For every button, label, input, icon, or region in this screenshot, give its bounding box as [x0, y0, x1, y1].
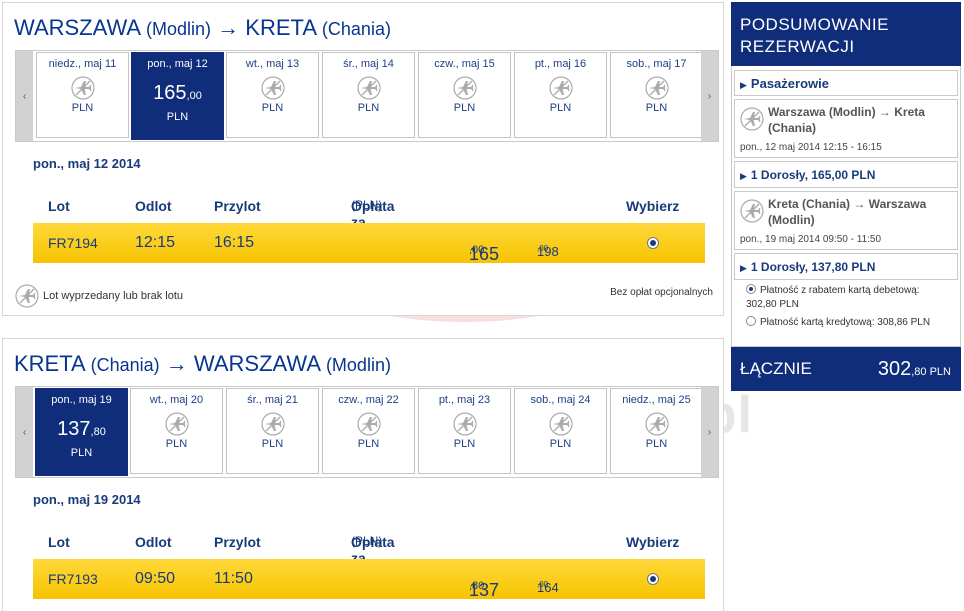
- date-option: czw., maj 15 PLN: [418, 52, 511, 138]
- route2-price-toggle[interactable]: ▶ 1 Dorosły, 137,80 PLN: [734, 253, 958, 280]
- payment-credit-radio[interactable]: [746, 316, 756, 326]
- selected-date-heading: pon., maj 19 2014: [33, 492, 141, 507]
- flight-number: FR7193: [48, 571, 98, 587]
- flight-row[interactable]: FR7193 09:50 11:50 137,80 164,00: [33, 559, 705, 600]
- col-arrival: Przylot: [214, 534, 261, 550]
- summary-route-outbound: Warszawa (Modlin) → Kreta (Chania) pon.,…: [734, 99, 958, 158]
- outbound-route-title: WARSZAWA (Modlin) → KRETA (Chania): [14, 15, 391, 40]
- date-option: pt., maj 23 PLN: [418, 388, 511, 474]
- date-option: niedz., maj 11 PLN: [36, 52, 129, 138]
- summary-body: ▶ Pasażerowie Warszawa (Modlin) → Kreta (…: [731, 66, 961, 347]
- departure-time: 12:15: [135, 234, 176, 251]
- prev-dates-button[interactable]: ‹: [16, 51, 33, 141]
- no-flight-icon: [549, 76, 573, 100]
- total-bar: ŁĄCZNIE 302,80 PLN: [731, 347, 961, 391]
- no-flight-icon: [453, 412, 477, 436]
- inbound-flight-panel: KRETA (Chania) → WARSZAWA (Modlin) ‹ pon…: [2, 338, 724, 611]
- no-flight-icon: [549, 412, 573, 436]
- prev-dates-button[interactable]: ‹: [16, 387, 33, 477]
- passengers-toggle[interactable]: ▶ Pasażerowie: [734, 70, 958, 96]
- route1-price-toggle[interactable]: ▶ 1 Dorosły, 165,00 PLN: [734, 161, 958, 188]
- summary-route-inbound: Kreta (Chania) → Warszawa (Modlin) pon.,…: [734, 191, 958, 250]
- arrival-time: 11:50: [214, 570, 253, 587]
- no-flight-icon: [15, 284, 39, 308]
- selected-date-heading: pon., maj 12 2014: [33, 156, 141, 171]
- col-select: Wybierz: [626, 198, 680, 214]
- expand-triangle-icon: ▶: [740, 263, 747, 273]
- payment-debit-option[interactable]: Płatność z rabatem kartą debetową: 302,8…: [734, 280, 958, 312]
- outbound-date-carousel: ‹ niedz., maj 11 PLN pon., maj 12 165,00…: [15, 50, 719, 142]
- date-option: śr., maj 14 PLN: [322, 52, 415, 138]
- next-dates-button[interactable]: ›: [701, 51, 718, 141]
- col-flight: Lot: [48, 534, 70, 550]
- col-departure: Odlot: [135, 534, 172, 550]
- no-flight-icon: [740, 107, 764, 131]
- flight-number: FR7194: [48, 235, 98, 251]
- no-flight-icon: [645, 76, 669, 100]
- payment-debit-radio[interactable]: [746, 284, 756, 294]
- col-arrival: Przylot: [214, 198, 261, 214]
- flight-table-header: Lot Odlot Przylot Opłata za transport (P…: [48, 534, 680, 582]
- no-flight-icon: [740, 199, 764, 223]
- col-departure: Odlot: [135, 198, 172, 214]
- date-price: 137,80: [57, 418, 106, 440]
- no-flight-icon: [453, 76, 477, 100]
- expand-triangle-icon: ▶: [740, 171, 747, 181]
- date-option-selected[interactable]: pon., maj 12 165,00 PLN: [131, 52, 224, 140]
- no-flight-icon: [357, 412, 381, 436]
- no-flight-icon: [71, 76, 95, 100]
- no-flight-icon: [261, 76, 285, 100]
- payment-credit-option[interactable]: Płatność kartą kredytową: 308,86 PLN: [734, 312, 958, 330]
- date-option: wt., maj 20 PLN: [130, 388, 223, 474]
- col-select: Wybierz: [626, 534, 680, 550]
- date-price: 165,00: [153, 82, 202, 104]
- booking-summary: PODSUMOWANIE REZERWACJI ▶ Pasażerowie War…: [731, 2, 961, 391]
- outbound-flight-panel: WARSZAWA (Modlin) → KRETA (Chania) ‹ nie…: [2, 2, 724, 316]
- date-option: pt., maj 16 PLN: [514, 52, 607, 138]
- no-optional-fees-note: Bez opłat opcjonalnych: [610, 287, 713, 298]
- flight-row[interactable]: FR7194 12:15 16:15 165,00 198,00: [33, 223, 705, 264]
- select-flight-radio[interactable]: [647, 573, 659, 585]
- legend: Lot wyprzedany lub brak lotu: [15, 284, 183, 308]
- inbound-route-title: KRETA (Chania) → WARSZAWA (Modlin): [14, 351, 391, 376]
- date-option: sob., maj 24 PLN: [514, 388, 607, 474]
- departure-time: 09:50: [135, 570, 176, 587]
- no-flight-icon: [165, 412, 189, 436]
- col-flight: Lot: [48, 198, 70, 214]
- arrival-time: 16:15: [214, 234, 255, 251]
- date-option-selected[interactable]: pon., maj 19 137,80 PLN: [35, 388, 128, 476]
- summary-title: PODSUMOWANIE REZERWACJI: [731, 2, 961, 66]
- inbound-date-carousel: ‹ pon., maj 19 137,80 PLN wt., maj 20 PL…: [15, 386, 719, 478]
- next-dates-button[interactable]: ›: [701, 387, 718, 477]
- no-flight-icon: [645, 412, 669, 436]
- expand-triangle-icon: ▶: [740, 80, 747, 90]
- date-option: śr., maj 21 PLN: [226, 388, 319, 474]
- total-price: 302,80 PLN: [877, 358, 951, 380]
- select-flight-radio[interactable]: [647, 237, 659, 249]
- date-option: czw., maj 22 PLN: [322, 388, 415, 474]
- no-flight-icon: [261, 412, 285, 436]
- no-flight-icon: [357, 76, 381, 100]
- date-option: niedz., maj 25 PLN: [610, 388, 703, 474]
- flight-table-header: Lot Odlot Przylot Opłata za transport (P…: [48, 198, 680, 246]
- date-option: sob., maj 17 PLN: [610, 52, 703, 138]
- date-option: wt., maj 13 PLN: [226, 52, 319, 138]
